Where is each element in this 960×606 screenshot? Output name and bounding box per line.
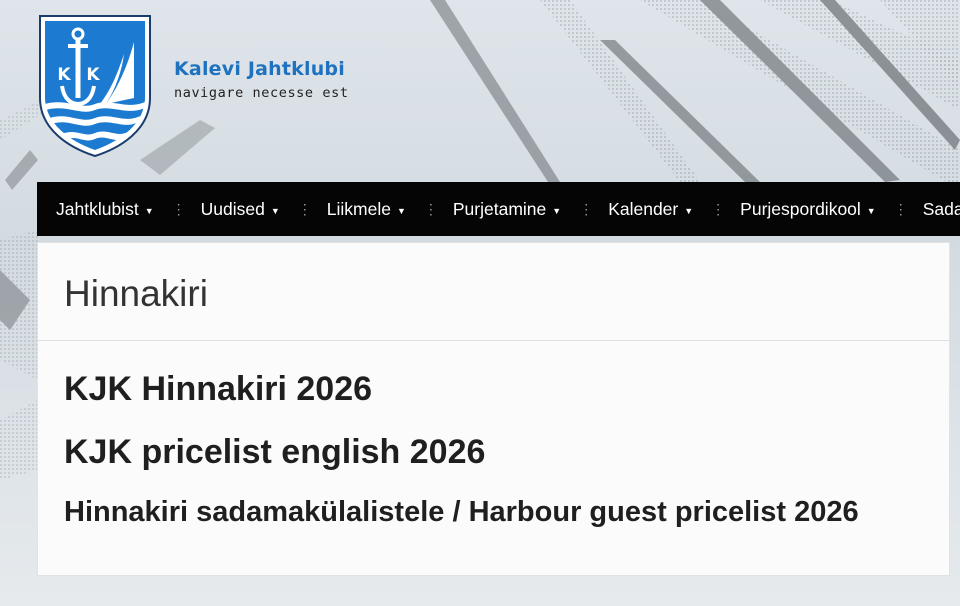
nav-item-label: Jahtklubist bbox=[56, 198, 139, 219]
logo-letter-k-left: K bbox=[57, 65, 71, 85]
nav-separator-icon: ⋮ bbox=[579, 201, 593, 217]
nav-item-kalender[interactable]: Kalender ▼ bbox=[608, 199, 693, 220]
nav-item-label: Purjespordikool bbox=[740, 198, 861, 219]
caret-down-icon: ▼ bbox=[552, 205, 562, 216]
nav-item-jahtklubist[interactable]: Jahtklubist ▼ bbox=[56, 199, 154, 220]
nav-item-label: Sada bbox=[922, 198, 960, 219]
nav-item-label: Purjetamine bbox=[452, 198, 547, 219]
main-navigation: Jahtklubist ▼ ⋮ Uudised ▼ ⋮ Liikmele ▼ ⋮… bbox=[37, 182, 960, 236]
content-card: Hinnakiri KJK Hinnakiri 2026 KJK priceli… bbox=[37, 242, 950, 576]
logo-letter-k-right: K bbox=[86, 65, 100, 85]
pricelist-link-harbour-guest-2026[interactable]: Hinnakiri sadamakülalistele / Harbour gu… bbox=[64, 494, 949, 530]
nav-separator-icon: ⋮ bbox=[893, 201, 908, 217]
nav-item-label: Kalender bbox=[608, 198, 679, 219]
nav-item-label: Liikmele bbox=[326, 198, 391, 219]
nav-separator-icon: ⋮ bbox=[171, 201, 186, 217]
page-title: Hinnakiri bbox=[64, 273, 208, 314]
caret-down-icon: ▼ bbox=[144, 205, 154, 216]
caret-down-icon: ▼ bbox=[866, 205, 876, 216]
brand-motto: navigare necesse est bbox=[174, 85, 349, 101]
caret-down-icon: ▼ bbox=[270, 205, 280, 216]
nav-list: Jahtklubist ▼ ⋮ Uudised ▼ ⋮ Liikmele ▼ ⋮… bbox=[37, 182, 960, 236]
card-header: Hinnakiri bbox=[38, 243, 949, 341]
caret-down-icon: ▼ bbox=[684, 205, 694, 216]
club-logo-shield[interactable]: K J K bbox=[36, 12, 154, 158]
caret-down-icon: ▼ bbox=[396, 205, 406, 216]
nav-separator-icon: ⋮ bbox=[423, 201, 438, 217]
pricelist-link-kjk-2026[interactable]: KJK Hinnakiri 2026 bbox=[64, 369, 949, 409]
pricelist-link-english-2026[interactable]: KJK pricelist english 2026 bbox=[64, 432, 949, 472]
nav-item-uudised[interactable]: Uudised ▼ bbox=[201, 199, 280, 220]
brand-block[interactable]: Kalevi Jahtklubi navigare necesse est bbox=[174, 58, 349, 101]
nav-item-liikmele[interactable]: Liikmele ▼ bbox=[327, 199, 406, 220]
nav-item-label: Uudised bbox=[200, 198, 265, 219]
nav-item-sadam[interactable]: Sada bbox=[923, 199, 960, 220]
brand-name[interactable]: Kalevi Jahtklubi bbox=[174, 58, 349, 80]
pricelist-links: KJK Hinnakiri 2026 KJK pricelist english… bbox=[38, 341, 949, 530]
nav-item-purjespordikool[interactable]: Purjespordikool ▼ bbox=[740, 199, 876, 220]
nav-separator-icon: ⋮ bbox=[711, 201, 725, 217]
nav-item-purjetamine[interactable]: Purjetamine ▼ bbox=[453, 199, 561, 220]
nav-separator-icon: ⋮ bbox=[297, 201, 312, 217]
